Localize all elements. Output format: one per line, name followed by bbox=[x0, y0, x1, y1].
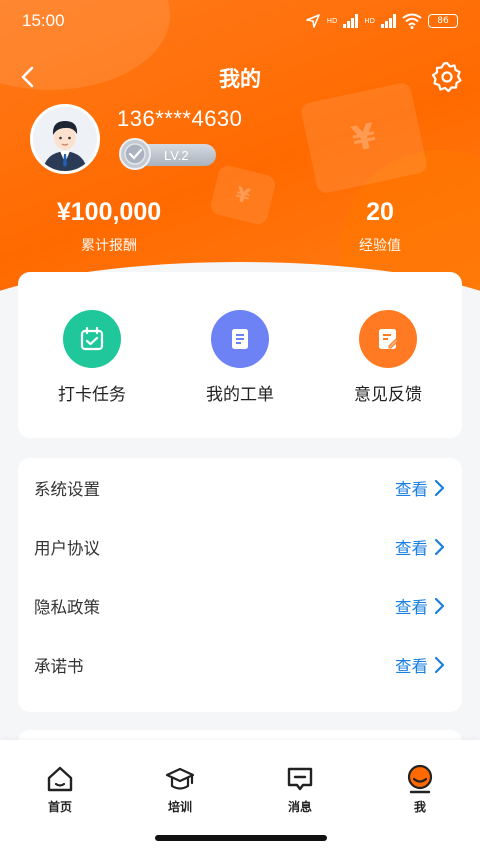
home-icon bbox=[47, 766, 73, 792]
menu-item-system-settings[interactable]: 系统设置 查看 bbox=[34, 458, 446, 517]
menu-item-label: 隐私政策 bbox=[34, 597, 100, 617]
stat-value: 20 bbox=[366, 198, 394, 226]
tab-label: 我 bbox=[413, 800, 426, 814]
tab-messages[interactable]: 消息 bbox=[240, 740, 360, 830]
stat-label: 经验值 bbox=[359, 238, 401, 254]
stat-experience: 20 经验值 bbox=[340, 198, 420, 255]
gear-icon[interactable] bbox=[430, 60, 464, 94]
menu-item-commitment-letter[interactable]: 承诺书 查看 bbox=[34, 635, 446, 694]
network-hd-label: HD bbox=[364, 17, 375, 25]
quick-action-icon-bg bbox=[211, 310, 269, 368]
home-indicator bbox=[155, 835, 327, 841]
stat-total-reward: ¥100,000 累计报酬 bbox=[48, 198, 170, 255]
status-bar: 15:00 HD HD 86 bbox=[0, 0, 480, 42]
menu-item-privacy-policy[interactable]: 隐私政策 查看 bbox=[34, 576, 446, 635]
tab-label: 首页 bbox=[47, 800, 72, 814]
status-time: 15:00 bbox=[22, 11, 65, 30]
quick-action-my-work-orders[interactable]: 我的工单 bbox=[166, 272, 314, 438]
user-phone: 136****4630 bbox=[117, 106, 243, 131]
quick-actions-card: 打卡任务 我的工单 意见反馈 bbox=[18, 272, 462, 438]
message-icon bbox=[287, 767, 313, 791]
view-link[interactable]: 查看 bbox=[395, 594, 446, 618]
graduation-cap-icon bbox=[165, 767, 195, 790]
view-link[interactable]: 查看 bbox=[395, 476, 446, 500]
quick-action-label: 我的工单 bbox=[206, 385, 274, 405]
chevron-right-icon bbox=[434, 538, 445, 555]
user-avatar-icon bbox=[33, 107, 97, 171]
tab-profile[interactable]: 我 bbox=[360, 740, 480, 830]
top-nav: 我的 bbox=[0, 56, 480, 100]
signal-icon bbox=[343, 14, 359, 28]
tab-home[interactable]: 首页 bbox=[0, 740, 120, 830]
settings-menu-card: 系统设置 查看 用户协议 查看 隐私政策 查看 承诺书 查看 bbox=[18, 458, 462, 712]
profile-icon bbox=[407, 764, 433, 794]
menu-item-label: 用户协议 bbox=[34, 538, 100, 558]
back-arrow-icon[interactable] bbox=[14, 62, 44, 92]
chevron-right-icon bbox=[434, 656, 445, 673]
menu-item-user-agreement[interactable]: 用户协议 查看 bbox=[34, 517, 446, 576]
quick-action-icon-bg bbox=[63, 310, 121, 368]
network-hd-label: HD bbox=[326, 17, 338, 25]
location-arrow-icon bbox=[305, 14, 320, 28]
chevron-right-icon bbox=[434, 597, 445, 614]
calendar-check-icon bbox=[80, 326, 104, 351]
status-icons: HD HD 86 bbox=[305, 13, 458, 29]
battery-icon: 86 bbox=[428, 14, 458, 28]
page-title: 我的 bbox=[219, 67, 261, 91]
view-link[interactable]: 查看 bbox=[395, 653, 446, 677]
decor-money-ticket: ¥ bbox=[208, 163, 278, 227]
quick-action-check-in-task[interactable]: 打卡任务 bbox=[18, 272, 166, 438]
quick-action-feedback[interactable]: 意见反馈 bbox=[314, 272, 462, 438]
battery-level: 86 bbox=[437, 16, 449, 26]
wifi-icon bbox=[402, 13, 422, 29]
quick-action-label: 打卡任务 bbox=[58, 385, 126, 405]
stat-label: 累计报酬 bbox=[81, 238, 137, 254]
medal-icon bbox=[119, 138, 151, 170]
view-link[interactable]: 查看 bbox=[395, 535, 446, 559]
chevron-right-icon bbox=[434, 479, 445, 496]
avatar[interactable] bbox=[30, 104, 100, 174]
tab-training[interactable]: 培训 bbox=[120, 740, 240, 830]
signal-icon bbox=[381, 14, 396, 28]
document-icon bbox=[232, 329, 248, 349]
quick-action-label: 意见反馈 bbox=[354, 385, 422, 405]
stat-value: ¥100,000 bbox=[56, 198, 162, 226]
quick-action-icon-bg bbox=[359, 310, 417, 368]
level-label: LV.2 bbox=[164, 147, 189, 163]
tab-label: 培训 bbox=[167, 800, 192, 814]
tab-label: 消息 bbox=[287, 800, 312, 814]
menu-item-label: 承诺书 bbox=[34, 656, 84, 676]
menu-item-label: 系统设置 bbox=[34, 479, 100, 499]
level-badge: LV.2 bbox=[118, 138, 218, 170]
edit-note-icon bbox=[379, 329, 399, 349]
